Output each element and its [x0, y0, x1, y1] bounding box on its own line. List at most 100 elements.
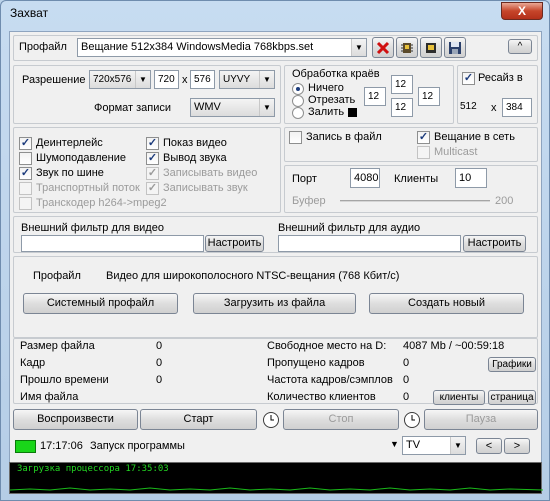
bus-audio-label: Звук по шине — [36, 167, 104, 179]
audio-filter-input[interactable] — [278, 235, 461, 252]
video-filter-input[interactable] — [21, 235, 204, 252]
format-select[interactable]: WMV ▼ — [190, 98, 275, 117]
video-filter-configure-button[interactable]: Настроить — [205, 235, 264, 252]
colorspace-value: UYVY — [223, 74, 251, 85]
card-icon — [426, 43, 436, 53]
transport-checkbox[interactable] — [19, 182, 32, 195]
edge-top-input[interactable]: 12 — [391, 75, 413, 94]
load-from-file-button[interactable]: Загрузить из файла — [193, 293, 356, 314]
buffer-label: Буфер — [292, 195, 326, 207]
colorspace-select[interactable]: UYVY ▼ — [219, 70, 275, 89]
format-value: WMV — [194, 101, 221, 113]
edges-fill-radio[interactable] — [292, 107, 304, 119]
tv-select[interactable]: TV ▼ — [402, 436, 466, 455]
rec-video-label: Записывать видео — [163, 167, 258, 179]
free-space-value: 4087 Mb / ~00:59:18 — [403, 340, 505, 352]
profile-select[interactable]: Вещание 512x384 WindowsMedia 768kbps.set… — [77, 38, 367, 57]
clients-input[interactable]: 10 — [455, 168, 487, 188]
rec-audio-label: Записывать звук — [163, 182, 248, 194]
client-area: Профайл Вещание 512x384 WindowsMedia 768… — [9, 31, 542, 494]
status-time: 17:17:06 — [40, 440, 83, 452]
dropped-value: 0 — [403, 357, 410, 369]
show-video-checkbox[interactable]: ✓ — [146, 137, 159, 150]
close-button[interactable]: X — [501, 2, 543, 20]
edges-crop-radio[interactable] — [292, 95, 304, 107]
window-title: Захват — [10, 6, 49, 20]
start-button[interactable]: Старт — [140, 409, 257, 430]
rate-label: Частота кадров/сэмплов — [267, 374, 393, 386]
port-input[interactable]: 4080 — [350, 168, 380, 188]
rec-audio-checkbox[interactable]: ✓ — [146, 182, 159, 195]
resize-x-label: x — [491, 102, 497, 114]
video-filter-label: Внешний фильтр для видео — [21, 222, 164, 234]
edges-none-label: Ничего — [308, 82, 344, 94]
device-settings-button[interactable] — [420, 37, 442, 58]
port-label: Порт — [292, 173, 317, 185]
denoise-checkbox[interactable] — [19, 152, 32, 165]
hardware-button[interactable] — [396, 37, 418, 58]
cpu-console: Загрузка процессора 17:35:03 — [9, 462, 543, 494]
edge-left-input[interactable]: 12 — [364, 87, 386, 106]
rec-file-checkbox[interactable] — [289, 131, 302, 144]
buffer-slider[interactable] — [340, 200, 490, 202]
graphs-button[interactable]: Графики — [488, 357, 536, 372]
chevron-down-icon: ▼ — [450, 437, 465, 454]
edges-none-radio[interactable] — [292, 83, 304, 95]
profile-info-label: Профайл — [33, 270, 81, 282]
broadcast-checkbox[interactable]: ✓ — [417, 131, 430, 144]
rec-file-label: Запись в файл — [306, 131, 382, 143]
resolution-x-label: x — [182, 74, 188, 86]
profile-select-value: Вещание 512x384 WindowsMedia 768kbps.set — [81, 41, 314, 53]
rec-video-checkbox[interactable]: ✓ — [146, 167, 159, 180]
frame-label: Кадр — [20, 357, 46, 369]
stop-timer-clock-icon[interactable] — [404, 412, 420, 428]
prev-button[interactable]: < — [476, 438, 502, 454]
start-timer-clock-icon[interactable] — [263, 412, 279, 428]
resolution-preset-select[interactable]: 720x576 ▼ — [89, 70, 151, 89]
collapse-button[interactable]: ^ — [508, 39, 532, 54]
system-profile-button[interactable]: Системный профайл — [23, 293, 178, 314]
multicast-checkbox[interactable] — [417, 146, 430, 159]
next-button[interactable]: > — [504, 438, 530, 454]
width-input[interactable]: 720 — [154, 70, 179, 89]
resolution-preset-value: 720x576 — [93, 74, 132, 85]
stop-button[interactable]: Стоп — [283, 409, 399, 430]
chip-icon — [401, 43, 413, 53]
tv-select-value: TV — [406, 439, 421, 451]
delete-profile-button[interactable] — [372, 37, 394, 58]
transcoder-checkbox[interactable] — [19, 197, 32, 210]
play-button[interactable]: Воспроизвести — [13, 409, 138, 430]
delete-x-icon — [376, 41, 390, 55]
height-input[interactable]: 576 — [190, 70, 215, 89]
free-space-label: Свободное место на D: — [267, 340, 387, 352]
audio-out-label: Вывод звука — [163, 152, 227, 164]
bus-audio-checkbox[interactable]: ✓ — [19, 167, 32, 180]
edge-bottom-input[interactable]: 12 — [391, 98, 413, 117]
file-size-label: Размер файла — [20, 340, 95, 352]
rate-value: 0 — [403, 374, 410, 386]
resize-height-input[interactable]: 384 — [502, 98, 532, 117]
fill-color-swatch[interactable] — [348, 108, 357, 117]
resize-label: Ресайз в — [478, 72, 523, 84]
deinterlace-checkbox[interactable]: ✓ — [19, 137, 32, 150]
audio-filter-label: Внешний фильтр для аудио — [278, 222, 421, 234]
multicast-label: Multicast — [434, 146, 478, 158]
audio-out-checkbox[interactable]: ✓ — [146, 152, 159, 165]
status-dropdown-arrow-icon[interactable]: ▼ — [390, 439, 399, 449]
audio-filter-configure-button[interactable]: Настроить — [463, 235, 526, 252]
resize-checkbox[interactable]: ✓ — [462, 72, 475, 85]
denoise-label: Шумоподавление — [36, 152, 126, 164]
page-button[interactable]: страница — [488, 390, 536, 405]
status-indicator — [15, 440, 36, 453]
clients-button[interactable]: клиенты — [433, 390, 485, 405]
transcoder-label: Транскодер h264->mpeg2 — [36, 197, 167, 209]
cpu-graph — [10, 487, 543, 491]
edge-right-input[interactable]: 12 — [418, 87, 440, 106]
format-label: Формат записи — [94, 102, 172, 114]
resize-width-input[interactable]: 512 — [457, 98, 487, 117]
pause-button[interactable]: Пауза — [424, 409, 538, 430]
create-new-button[interactable]: Создать новый — [369, 293, 524, 314]
elapsed-value: 0 — [156, 374, 163, 386]
chevron-down-icon: ▼ — [351, 39, 366, 56]
save-profile-button[interactable] — [444, 37, 466, 58]
